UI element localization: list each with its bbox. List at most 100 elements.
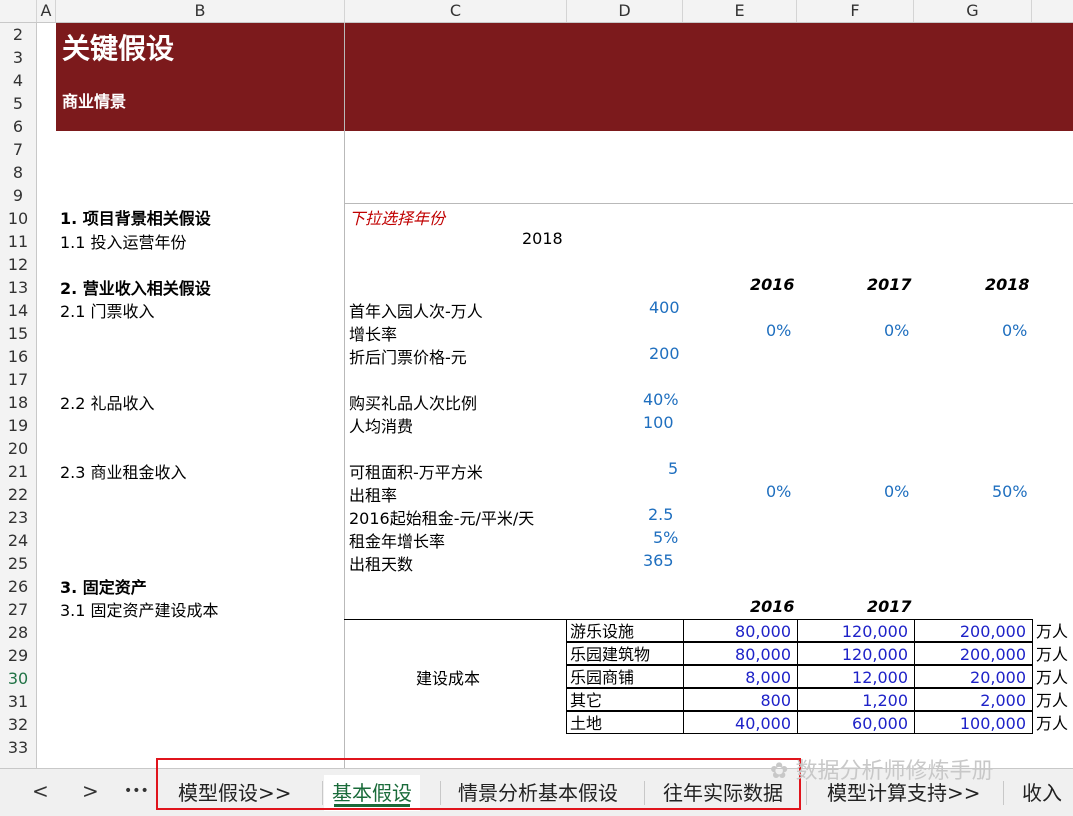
ticket-growth-2016[interactable]: 0% (766, 321, 791, 340)
cost-value-cell[interactable]: 1,200 (797, 688, 915, 711)
column-header-c[interactable]: C (345, 0, 567, 22)
cost-group-label: 建设成本 (416, 669, 481, 688)
cost-value-cell[interactable]: 12,000 (797, 665, 915, 688)
column-header-a[interactable]: A (37, 0, 56, 22)
row-header-23[interactable]: 23 (0, 506, 36, 529)
ticket-growth-2017[interactable]: 0% (884, 321, 909, 340)
cost-value-cell[interactable]: 2,000 (914, 688, 1033, 711)
rent-days-value[interactable]: 365 (643, 551, 674, 570)
row-header-14[interactable]: 14 (0, 299, 36, 322)
operation-year-dropdown[interactable]: 2018 (522, 229, 563, 248)
rent-growth-value[interactable]: 5% (653, 528, 678, 547)
row-header-6[interactable]: 6 (0, 115, 36, 138)
row-header-12[interactable]: 12 (0, 253, 36, 276)
cost-item-name: 其它 (566, 688, 684, 711)
row-header-10[interactable]: 10 (0, 207, 36, 230)
column-header-bar: A B C D E F G (0, 0, 1073, 23)
row-header-19[interactable]: 19 (0, 414, 36, 437)
row-header-2[interactable]: 2 (0, 23, 36, 46)
column-header-b[interactable]: B (56, 0, 345, 22)
row-header-29[interactable]: 29 (0, 644, 36, 667)
rent-label: 2.3 商业租金收入 (60, 463, 187, 482)
row-header-17[interactable]: 17 (0, 368, 36, 391)
cost-value-cell[interactable]: 800 (683, 688, 798, 711)
rent-row-name: 出租率 (349, 486, 398, 505)
cost-value-cell[interactable]: 80,000 (683, 619, 798, 642)
rent-occupancy-2016[interactable]: 0% (766, 482, 791, 501)
row-header-15[interactable]: 15 (0, 322, 36, 345)
scenario-label: 商业情景 (62, 92, 127, 111)
row-header-9[interactable]: 9 (0, 184, 36, 207)
year-header-2017: 2017 (867, 275, 912, 294)
cost-group-border (344, 619, 566, 620)
cost-value-cell[interactable]: 120,000 (797, 642, 915, 665)
column-header-f[interactable]: F (797, 0, 914, 22)
prev-sheet-button[interactable]: < (32, 779, 49, 803)
next-sheet-button[interactable]: > (82, 779, 99, 803)
row-header-26[interactable]: 26 (0, 575, 36, 598)
rent-occupancy-2018[interactable]: 50% (992, 482, 1028, 501)
cost-unit-label: 万人 (1036, 645, 1069, 664)
ticket-price-value[interactable]: 200 (649, 344, 680, 363)
cost-value-cell[interactable]: 100,000 (914, 711, 1033, 734)
row-header-16[interactable]: 16 (0, 345, 36, 368)
year-header-2018: 2018 (985, 275, 1030, 294)
row-header-32[interactable]: 32 (0, 713, 36, 736)
row-header-18[interactable]: 18 (0, 391, 36, 414)
cost-value-cell[interactable]: 200,000 (914, 619, 1033, 642)
row-header-28[interactable]: 28 (0, 621, 36, 644)
column-header-g[interactable]: G (914, 0, 1032, 22)
rent-row-name: 出租天数 (349, 555, 414, 574)
gift-spend-value[interactable]: 100 (643, 413, 674, 432)
watermark: ✿ 数据分析师修炼手册 (770, 753, 993, 785)
dropdown-hint: 下拉选择年份 (349, 209, 446, 228)
row-header-bar: 2 3 4 5 6 7 8 9 10 11 12 13 14 15 16 17 18 19 20 21 22 23 24 25… (0, 23, 37, 768)
row-header-7[interactable]: 7 (0, 138, 36, 161)
gift-ratio-value[interactable]: 40% (643, 390, 679, 409)
row-header-31[interactable]: 31 (0, 690, 36, 713)
row-header-33[interactable]: 33 (0, 736, 36, 759)
ticket-label: 2.1 门票收入 (60, 302, 155, 321)
row-header-13[interactable]: 13 (0, 276, 36, 299)
cost-unit-label: 万人 (1036, 691, 1069, 710)
select-all-corner[interactable] (0, 0, 37, 22)
row-header-27[interactable]: 27 (0, 598, 36, 621)
row-header-25[interactable]: 25 (0, 552, 36, 575)
ticket-visitors-value[interactable]: 400 (649, 298, 680, 317)
row-header-20[interactable]: 20 (0, 437, 36, 460)
cost-value-cell[interactable]: 8,000 (683, 665, 798, 688)
cost-value-cell[interactable]: 120,000 (797, 619, 915, 642)
row-header-30[interactable]: 30 (0, 667, 36, 690)
more-sheets-button[interactable]: ••• (124, 783, 149, 799)
column-header-e[interactable]: E (683, 0, 797, 22)
cost-year-2016: 2016 (750, 597, 795, 616)
cost-value-cell[interactable]: 20,000 (914, 665, 1033, 688)
ticket-growth-2018[interactable]: 0% (1002, 321, 1027, 340)
rent-occupancy-2017[interactable]: 0% (884, 482, 909, 501)
tab-revenue[interactable]: 收入 (1014, 775, 1070, 811)
row-header-11[interactable]: 11 (0, 230, 36, 253)
cost-unit-label: 万人 (1036, 714, 1069, 733)
cost-value-cell[interactable]: 200,000 (914, 642, 1033, 665)
row-header-21[interactable]: 21 (0, 460, 36, 483)
row-header-5[interactable]: 5 (0, 92, 36, 115)
section3-title: 3. 固定资产 (60, 578, 147, 597)
wechat-icon: ✿ (770, 759, 789, 784)
row-header-8[interactable]: 8 (0, 161, 36, 184)
cost-value-cell[interactable]: 40,000 (683, 711, 798, 734)
tab-separator (1003, 781, 1004, 805)
cost-unit-label: 万人 (1036, 668, 1069, 687)
rent-area-value[interactable]: 5 (668, 459, 678, 478)
row-header-22[interactable]: 22 (0, 483, 36, 506)
row-header-4[interactable]: 4 (0, 69, 36, 92)
cost-value-cell[interactable]: 60,000 (797, 711, 915, 734)
watermark-text: 数据分析师修炼手册 (795, 759, 994, 784)
title-banner (56, 23, 1073, 131)
column-header-d[interactable]: D (567, 0, 683, 22)
row-header-3[interactable]: 3 (0, 46, 36, 69)
cost-value-cell[interactable]: 80,000 (683, 642, 798, 665)
row-header-24[interactable]: 24 (0, 529, 36, 552)
ticket-row-name: 首年入园人次-万人 (349, 302, 483, 321)
rent-start-price-value[interactable]: 2.5 (648, 505, 673, 524)
cost-item-name: 乐园商铺 (566, 665, 684, 688)
